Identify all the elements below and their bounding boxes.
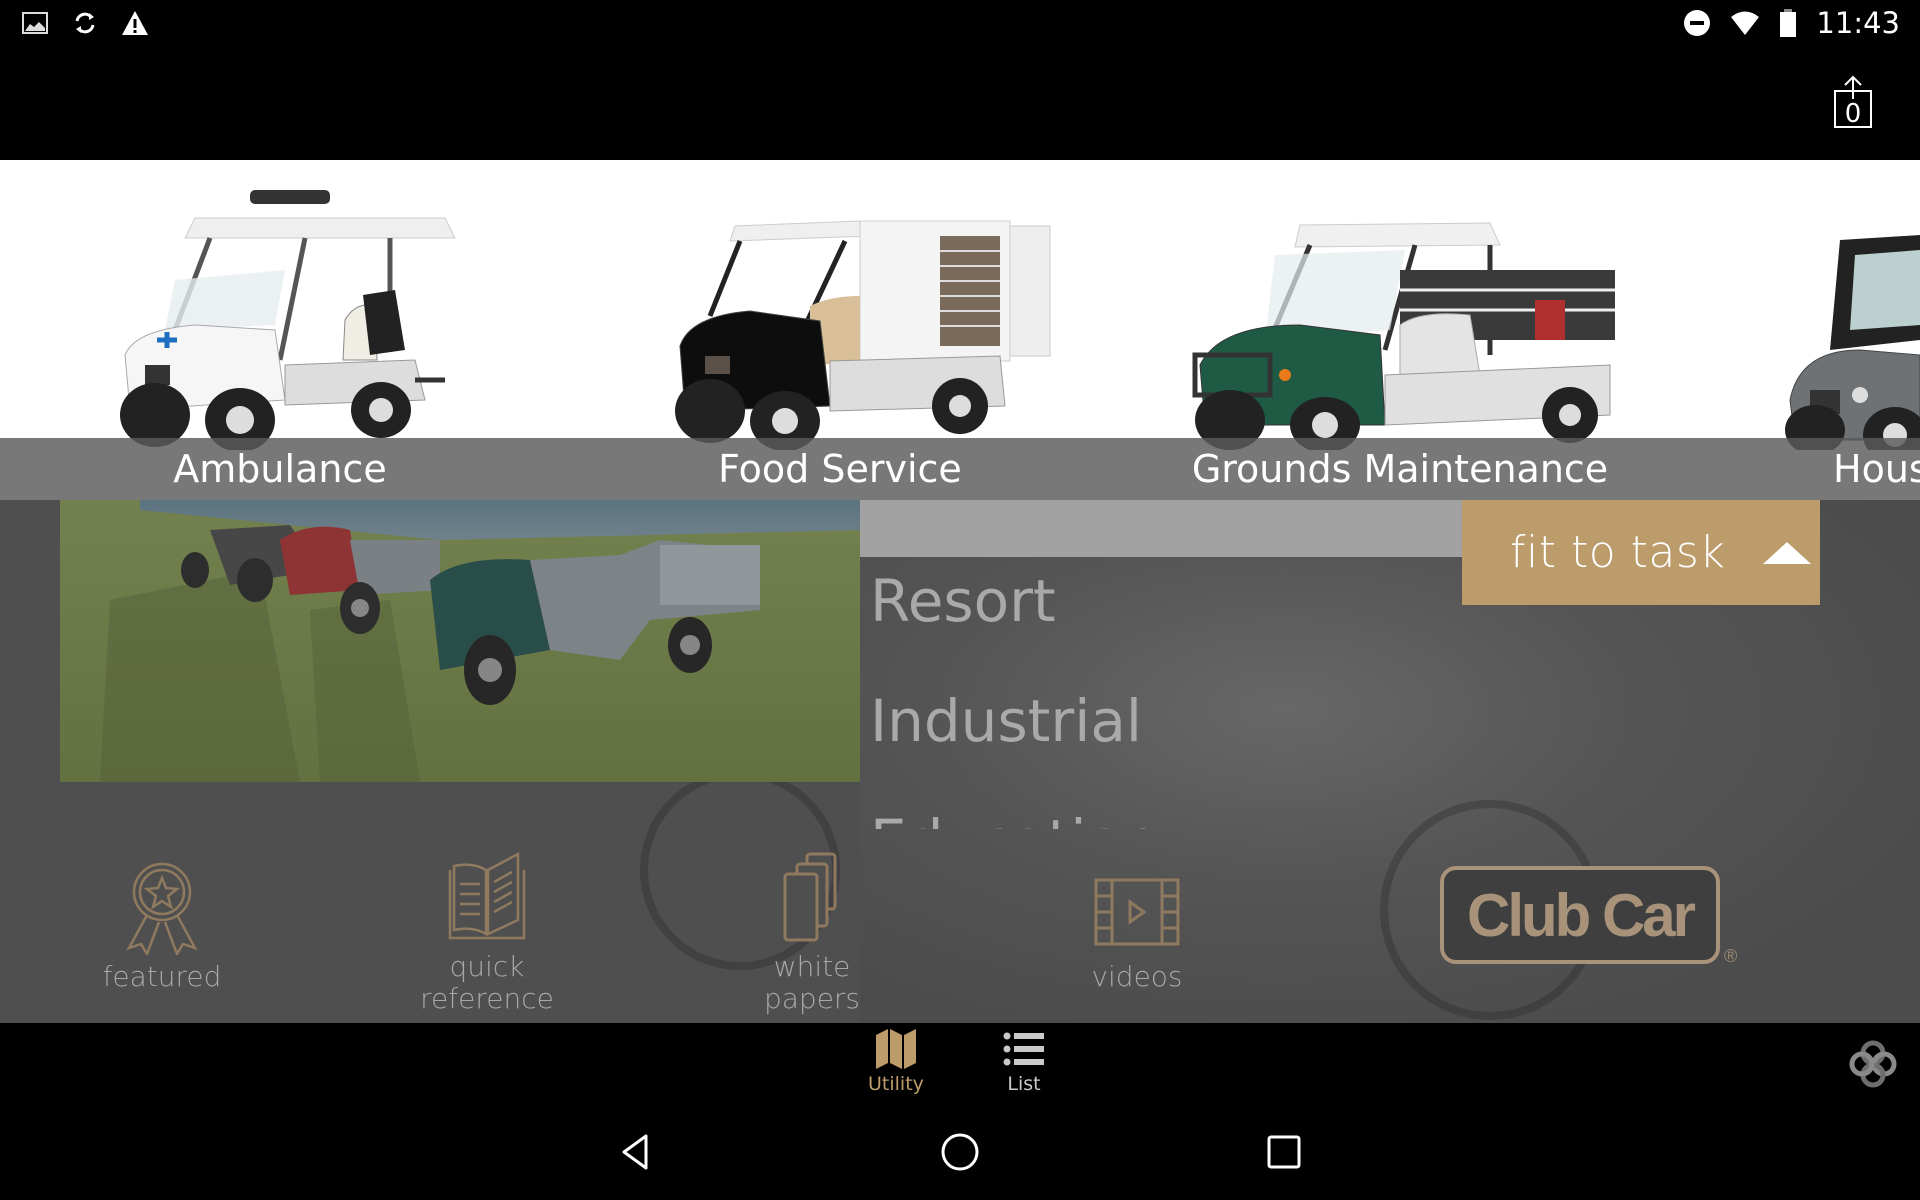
white-papers-button[interactable]: white papers (712, 850, 912, 1015)
feature-label: videos (1091, 960, 1183, 993)
feature-label: white papers (764, 951, 860, 1015)
main-content: fit to task Resort Industrial Education (0, 500, 1920, 1023)
hero-photo-carts-on-grass (60, 500, 860, 782)
quick-reference-button[interactable]: quick reference (387, 850, 587, 1015)
carousel-item-label: Grounds Maintenance (1191, 447, 1609, 491)
ambulance-cart-image[interactable] (115, 190, 465, 450)
action-bar: 0 (0, 50, 1920, 160)
videos-button[interactable]: videos (1037, 860, 1237, 993)
fit-to-task-button[interactable]: fit to task (1462, 500, 1820, 605)
category-label: Industrial (870, 687, 1143, 755)
tab-label: Utility (868, 1073, 924, 1095)
housekeeping-cart-image[interactable] (1780, 230, 1920, 450)
share-export-icon: 0 (1834, 75, 1872, 129)
home-icon[interactable] (938, 1130, 982, 1174)
fit-to-task-label: fit to task (1510, 527, 1726, 578)
carousel-item-label: Hous (1833, 447, 1920, 491)
map-icon (875, 1029, 916, 1069)
carousel-item-food-service[interactable]: Food Service (690, 438, 990, 500)
tab-label: List (1007, 1073, 1041, 1095)
list-icon (1003, 1032, 1044, 1066)
stacked-pages-icon (783, 852, 837, 942)
featured-button[interactable]: featured (62, 860, 262, 993)
sync-icon (75, 12, 95, 34)
share-count: 0 (1845, 99, 1862, 129)
food-service-cart-image[interactable] (670, 196, 1060, 450)
feature-label-line1: quick (449, 950, 525, 983)
system-nav-bar (0, 1100, 1920, 1200)
recents-icon[interactable] (1262, 1130, 1306, 1174)
grounds-maintenance-cart-image[interactable] (1190, 215, 1620, 450)
carousel-item-ambulance[interactable]: Ambulance (130, 438, 430, 500)
carousel-item-label: Food Service (718, 447, 962, 491)
tab-utility[interactable]: Utility (868, 1029, 924, 1095)
feature-row: featured quick reference white papers vi… (0, 851, 1920, 1023)
carousel-item-label: Ambulance (173, 447, 387, 491)
carousel-item-grounds-maintenance[interactable]: Grounds Maintenance (1180, 438, 1620, 500)
clock: 11:43 (1816, 6, 1900, 40)
tab-list[interactable]: List (1002, 1029, 1046, 1095)
film-play-icon (1094, 878, 1180, 946)
club-car-logo[interactable]: Club Car (1440, 866, 1720, 964)
category-label: Resort (870, 567, 1056, 635)
open-book-icon (448, 851, 526, 940)
category-item-education[interactable]: Education (870, 797, 1470, 829)
back-icon[interactable] (614, 1130, 658, 1174)
logo-text: Club Car (1466, 881, 1696, 949)
registered-mark: ® (1724, 946, 1738, 966)
interlocking-rings-icon[interactable] (1848, 1039, 1898, 1089)
category-label: Education (870, 807, 1159, 829)
category-list[interactable]: Resort Industrial Education (870, 557, 1470, 829)
battery-icon (1780, 9, 1797, 37)
category-item-resort[interactable]: Resort (870, 557, 1470, 677)
wifi-icon (1731, 11, 1760, 35)
tab-bar: Utility List (0, 1023, 1920, 1100)
hero-image[interactable] (60, 500, 860, 782)
warning-icon (122, 11, 148, 35)
status-bar: 11:43 (0, 0, 1920, 50)
carousel-item-housekeeping[interactable]: Hous (1833, 438, 1920, 500)
feature-label: featured (102, 960, 222, 993)
feature-label-line2: papers (763, 982, 861, 1015)
share-button[interactable]: 0 (1833, 75, 1873, 129)
caret-up-icon (1763, 541, 1812, 564)
award-ribbon-icon (126, 862, 198, 955)
feature-label-line1: white (773, 950, 851, 983)
feature-label-line2: reference (420, 982, 554, 1015)
feature-label: quick reference (420, 951, 554, 1015)
image-icon (22, 12, 48, 34)
header-strip (860, 500, 1462, 557)
do-not-disturb-icon (1684, 10, 1711, 36)
category-item-industrial[interactable]: Industrial (870, 677, 1470, 797)
vehicle-carousel[interactable]: Ambulance Food Service Grounds Maintenan… (0, 160, 1920, 500)
